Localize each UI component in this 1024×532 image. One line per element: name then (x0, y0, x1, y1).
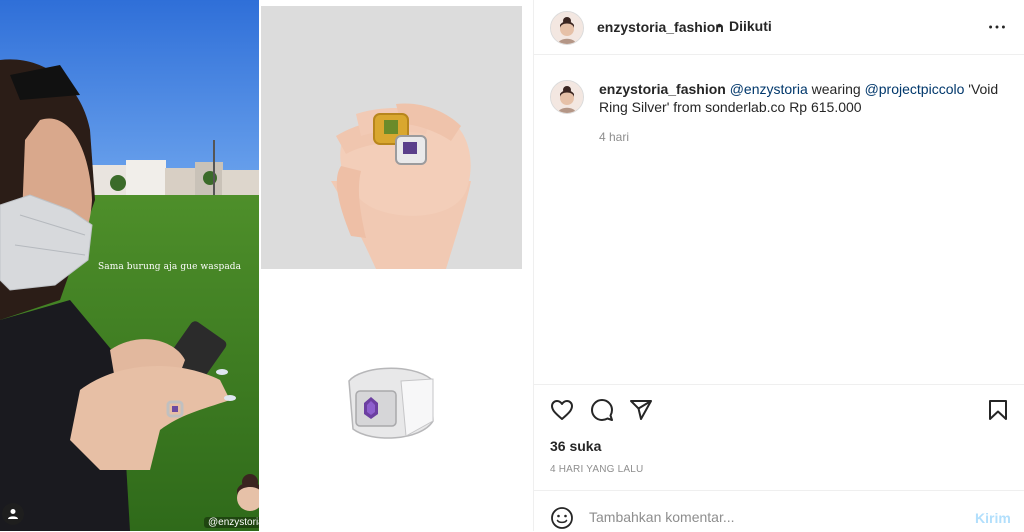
post-date[interactable]: 4 HARI YANG LALU (550, 464, 643, 475)
hand-rings-photo (261, 6, 522, 269)
mention-link[interactable]: @enzystoria (730, 81, 808, 97)
author-avatar[interactable] (550, 11, 584, 45)
caption-fragment: wearing (807, 81, 865, 97)
user-icon (8, 509, 18, 519)
story-caption: Sama burung aja gue waspada (98, 262, 242, 272)
share-icon[interactable] (629, 398, 653, 422)
media-panel-hand-rings (261, 6, 522, 269)
avatar-image (551, 81, 583, 113)
heart-icon[interactable] (550, 398, 574, 422)
author-username[interactable]: enzystoria_fashion (597, 19, 724, 35)
post-sidebar: enzystoria_fashion • Diikuti enzystoria_… (533, 0, 1024, 531)
bookmark-icon[interactable] (986, 398, 1010, 422)
mention-link[interactable]: @projectpiccolo (865, 81, 965, 97)
follow-status-button[interactable]: Diikuti (729, 18, 772, 34)
media-panel-selfie: Sama burung aja gue waspada @enzystoria_… (0, 0, 259, 531)
tag-avatar-image (237, 474, 259, 511)
more-icon[interactable] (986, 16, 1008, 38)
caption-avatar[interactable] (550, 80, 584, 114)
post-media[interactable]: Sama burung aja gue waspada @enzystoria_… (0, 0, 531, 531)
tag-label[interactable]: @enzystoria_fashion (204, 517, 259, 528)
post-comment-button[interactable]: Kirim (975, 510, 1011, 526)
emoji-icon[interactable] (550, 506, 574, 530)
comment-icon[interactable] (590, 398, 614, 422)
media-panel-product-ring (261, 271, 522, 531)
caption-username[interactable]: enzystoria_fashion (599, 81, 726, 97)
comment-bar: Kirim (534, 490, 1024, 532)
post-header: enzystoria_fashion • Diikuti (534, 0, 1024, 55)
avatar-image (551, 12, 583, 44)
like-count[interactable]: 36 suka (550, 438, 601, 454)
header-separator: • (717, 17, 722, 33)
actions-divider (534, 384, 1024, 385)
comment-input[interactable] (589, 505, 959, 529)
caption-timestamp[interactable]: 4 hari (599, 130, 629, 144)
product-ring-photo (261, 271, 522, 531)
media-edge (522, 0, 531, 531)
user-tags-button[interactable] (2, 503, 24, 525)
caption-text: enzystoria_fashion @enzystoria wearing @… (599, 80, 999, 116)
